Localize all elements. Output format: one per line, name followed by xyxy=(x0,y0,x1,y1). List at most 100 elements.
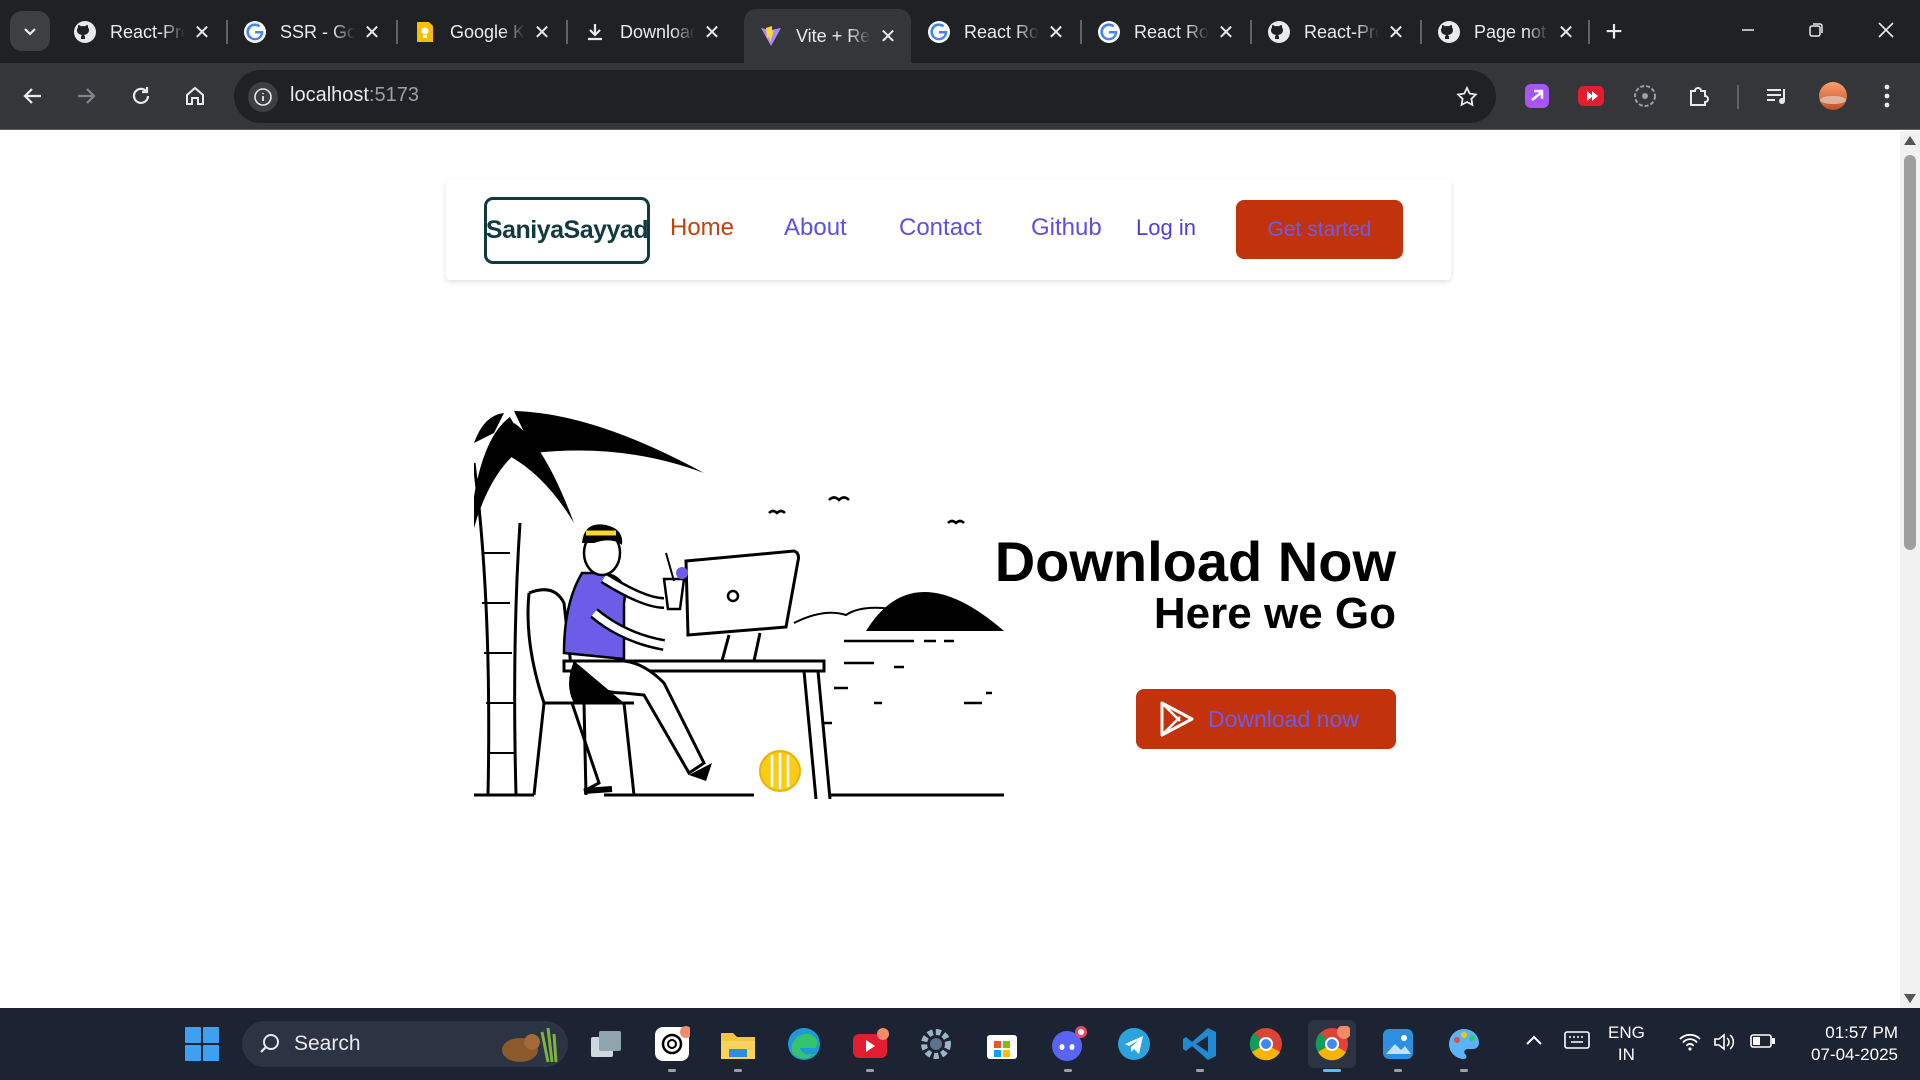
download-now-label: Download now xyxy=(1208,705,1359,732)
browser-toolbar: localhost:5173 xyxy=(0,63,1920,130)
tab-search-button[interactable] xyxy=(10,11,50,51)
island-icon xyxy=(866,592,1004,631)
taskbar-search-placeholder: Search xyxy=(294,1032,361,1055)
google-icon xyxy=(926,19,952,45)
chrome-icon[interactable] xyxy=(1242,1020,1290,1068)
get-started-button[interactable]: Get started xyxy=(1236,200,1403,259)
hero-subtitle: Here we Go xyxy=(1153,589,1396,638)
tab-react-projects-1[interactable]: React-Projects ✕ xyxy=(58,9,225,55)
close-icon[interactable]: ✕ xyxy=(1215,21,1237,44)
back-button[interactable] xyxy=(12,75,54,117)
tab-vite-react[interactable]: Vite + React ✕ xyxy=(744,9,911,63)
telegram-icon[interactable] xyxy=(1110,1020,1158,1068)
close-icon[interactable]: ✕ xyxy=(1555,21,1577,44)
file-explorer-icon[interactable] xyxy=(714,1020,762,1072)
vscode-icon[interactable] xyxy=(1176,1020,1224,1072)
tab-title: React Router xyxy=(1134,21,1209,42)
github-icon xyxy=(72,19,98,45)
taskbar-search-box[interactable]: Search xyxy=(242,1021,568,1067)
close-icon[interactable]: ✕ xyxy=(1385,21,1407,44)
scroll-up-icon[interactable] xyxy=(1904,136,1916,145)
tab-page-not-found[interactable]: Page not found ✕ xyxy=(1422,9,1589,55)
tab-react-router-2[interactable]: React Router ✕ xyxy=(1082,9,1249,55)
paint-icon[interactable] xyxy=(1440,1020,1488,1072)
clock[interactable]: 01:57 PM 07-04-2025 xyxy=(1794,1022,1898,1066)
chrome-profile-icon[interactable] xyxy=(1308,1020,1356,1072)
forward-button[interactable] xyxy=(65,75,107,117)
tab-react-router-1[interactable]: React Router ✕ xyxy=(912,9,1079,55)
toolbar-divider xyxy=(1737,85,1739,109)
start-button[interactable] xyxy=(178,1020,226,1068)
arrow-left-icon xyxy=(23,88,41,104)
media-control-icon[interactable] xyxy=(1760,79,1794,113)
clock-time: 01:57 PM xyxy=(1825,1023,1898,1042)
running-indicator xyxy=(1394,1069,1402,1072)
close-icon[interactable]: ✕ xyxy=(531,21,553,44)
nav-github-link[interactable]: Github xyxy=(1031,214,1102,242)
extension-youtube-icon[interactable] xyxy=(1574,79,1608,113)
extension-purple-icon[interactable] xyxy=(1520,79,1554,113)
close-window-button[interactable] xyxy=(1858,8,1914,52)
download-now-button[interactable]: Download now xyxy=(1136,689,1396,749)
wifi-icon[interactable] xyxy=(1678,1032,1702,1057)
site-logo[interactable]: SaniyaSayyad xyxy=(484,197,650,264)
region-code: IN xyxy=(1617,1045,1635,1064)
tab-title: React-Projects xyxy=(110,21,185,42)
birds-icon xyxy=(768,496,965,525)
new-tab-button[interactable]: + xyxy=(1596,14,1632,50)
tab-google-keep[interactable]: Google Keep ✕ xyxy=(398,9,565,55)
url-host: localhost xyxy=(290,84,369,106)
close-icon[interactable]: ✕ xyxy=(877,25,899,48)
url-port: :5173 xyxy=(368,84,419,106)
keyboard-icon[interactable] xyxy=(1564,1030,1590,1055)
close-icon[interactable]: ✕ xyxy=(191,21,213,44)
profile-avatar[interactable] xyxy=(1816,79,1850,113)
beach-ball-icon xyxy=(759,750,801,792)
nav-home-link[interactable]: Home xyxy=(670,214,734,242)
tab-downloads[interactable]: Downloads ✕ xyxy=(568,9,735,55)
show-hidden-icons-chevron-icon[interactable] xyxy=(1524,1032,1544,1052)
restore-button[interactable] xyxy=(1788,8,1844,52)
extension-gray-icon[interactable] xyxy=(1628,79,1662,113)
youtube-app-icon[interactable] xyxy=(846,1020,894,1072)
page-scrollbar[interactable] xyxy=(1900,131,1920,1008)
close-icon[interactable]: ✕ xyxy=(701,21,723,44)
tab-ssr-google[interactable]: SSR - Google Search ✕ xyxy=(228,9,395,55)
close-icon[interactable]: ✕ xyxy=(361,21,383,44)
extensions-puzzle-icon[interactable] xyxy=(1682,79,1716,113)
home-icon xyxy=(186,86,204,105)
home-button[interactable] xyxy=(174,75,216,117)
reload-icon xyxy=(132,87,150,104)
microsoft-store-icon[interactable] xyxy=(978,1020,1026,1068)
nav-about-link[interactable]: About xyxy=(784,214,847,242)
bookmark-star-icon[interactable] xyxy=(1452,82,1482,112)
edge-icon[interactable] xyxy=(780,1020,828,1068)
battery-icon[interactable] xyxy=(1750,1033,1776,1054)
task-view-icon[interactable] xyxy=(582,1020,630,1068)
tab-divider xyxy=(1588,20,1590,44)
windows-taskbar: Search ENG IN 01:57 PM 07-04-2025 xyxy=(0,1008,1920,1080)
login-link[interactable]: Log in xyxy=(1136,215,1196,241)
scrollbar-thumb[interactable] xyxy=(1904,155,1916,550)
discord-icon[interactable] xyxy=(1044,1020,1092,1072)
github-icon xyxy=(1266,19,1292,45)
close-icon[interactable]: ✕ xyxy=(1045,21,1067,44)
tab-title: Downloads xyxy=(620,21,695,42)
github-icon xyxy=(1436,19,1462,45)
nav-contact-link[interactable]: Contact xyxy=(899,214,982,242)
site-info-icon[interactable] xyxy=(248,82,278,112)
chatgpt-icon[interactable] xyxy=(648,1020,696,1072)
photos-icon[interactable] xyxy=(1374,1020,1422,1072)
address-bar[interactable]: localhost:5173 xyxy=(234,70,1496,123)
reload-button[interactable] xyxy=(120,75,162,117)
drink-icon xyxy=(662,552,688,611)
more-menu-icon[interactable] xyxy=(1870,79,1904,113)
tab-react-projects-2[interactable]: React-Projects ✕ xyxy=(1252,9,1419,55)
minimize-button[interactable] xyxy=(1720,8,1776,52)
scroll-down-icon[interactable] xyxy=(1904,994,1916,1003)
volume-icon[interactable] xyxy=(1712,1032,1736,1057)
download-icon xyxy=(582,19,608,45)
settings-gear-icon[interactable] xyxy=(912,1020,960,1068)
browser-tab-strip: React-Projects ✕ SSR - Google Search ✕ G… xyxy=(0,0,1920,63)
language-indicator[interactable]: ENG IN xyxy=(1608,1022,1645,1066)
